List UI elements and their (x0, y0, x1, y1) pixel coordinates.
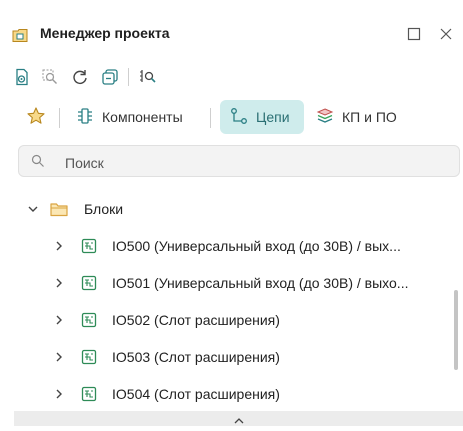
vertical-scrollbar[interactable] (454, 290, 458, 370)
refresh-icon[interactable] (70, 67, 90, 87)
search-icon (31, 154, 45, 173)
folder-icon (50, 200, 68, 218)
title-bar: Менеджер проекта (0, 0, 463, 60)
close-icon[interactable] (437, 25, 455, 43)
block-icon (80, 348, 98, 366)
tab-bar: Компоненты Цепи КП и ПО (0, 100, 463, 134)
search-input[interactable] (63, 151, 447, 175)
tree-item-label: IO501 (Универсальный вход (до 30В) / вых… (112, 275, 409, 291)
tree-item[interactable]: IO500 (Универсальный вход (до 30В) / вых… (0, 229, 455, 263)
tab-pcb-and-software[interactable]: КП и ПО (316, 100, 416, 134)
search-box (18, 145, 460, 177)
chevron-right-icon[interactable] (52, 276, 66, 290)
tree-item-label: IO503 (Слот расширения) (112, 349, 280, 365)
tree-item[interactable]: IO503 (Слот расширения) (0, 340, 455, 374)
tree-item-label: IO502 (Слот расширения) (112, 312, 280, 328)
document-view-icon[interactable] (12, 67, 32, 87)
tab-nets[interactable]: Цепи (220, 100, 304, 134)
scroll-up-bar[interactable] (14, 411, 463, 426)
zoom-window-icon[interactable] (138, 67, 158, 87)
favorites-tab[interactable] (24, 100, 48, 134)
block-icon (80, 311, 98, 329)
tab-components[interactable]: Компоненты (76, 100, 200, 134)
chevron-up-icon[interactable] (233, 413, 245, 426)
components-icon (76, 107, 94, 128)
block-icon (80, 274, 98, 292)
tree-item[interactable]: IO502 (Слот расширения) (0, 303, 455, 337)
tree-item[interactable]: IO501 (Универсальный вход (до 30В) / вых… (0, 266, 455, 300)
window-title: Менеджер проекта (40, 25, 170, 41)
layers-icon (316, 107, 334, 128)
chevron-right-icon[interactable] (52, 239, 66, 253)
tab-pcb-and-software-label: КП и ПО (342, 109, 397, 125)
chevron-right-icon[interactable] (52, 350, 66, 364)
tab-nets-label: Цепи (256, 109, 290, 125)
nets-icon (230, 107, 248, 128)
tree-node-label: Блоки (84, 201, 124, 217)
tree-item-label: IO500 (Универсальный вход (до 30В) / вых… (112, 238, 401, 254)
star-icon (26, 106, 46, 129)
collapse-all-icon[interactable] (100, 67, 120, 87)
chevron-right-icon[interactable] (52, 387, 66, 401)
tab-separator (210, 108, 211, 128)
maximize-icon[interactable] (405, 25, 423, 43)
tree-item-label: IO504 (Слот расширения) (112, 386, 280, 402)
chevron-right-icon[interactable] (52, 313, 66, 327)
tree-item[interactable]: IO504 (Слот расширения) (0, 377, 455, 411)
tab-separator (59, 108, 60, 128)
tab-components-label: Компоненты (102, 109, 183, 125)
block-icon (80, 385, 98, 403)
project-manager-icon (12, 27, 28, 43)
toolbar-separator (128, 68, 129, 86)
tree-node-blocks[interactable]: Блоки (0, 192, 455, 226)
zoom-area-icon[interactable] (40, 67, 60, 87)
chevron-down-icon[interactable] (26, 202, 40, 216)
block-icon (80, 237, 98, 255)
toolbar (0, 62, 463, 92)
